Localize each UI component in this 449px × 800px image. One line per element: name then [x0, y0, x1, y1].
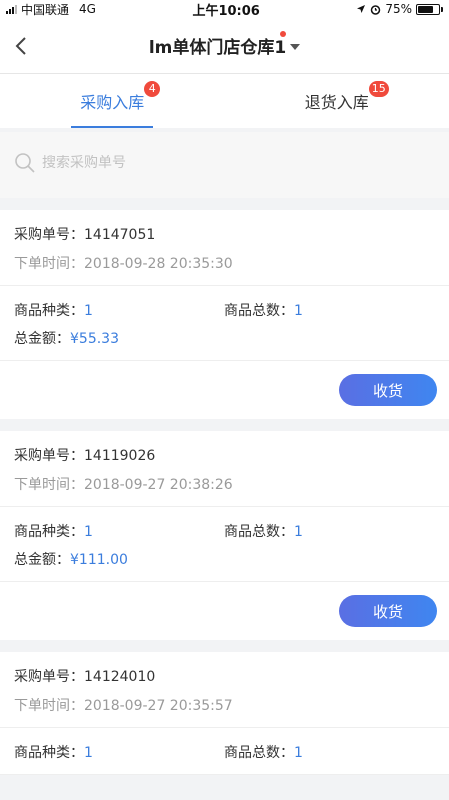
- network-type: 4G: [79, 2, 96, 16]
- carrier-name: 中国联通: [21, 2, 70, 17]
- tab-badge: 15: [368, 81, 389, 97]
- order-no: 14119026: [84, 448, 156, 464]
- order-time-label: 下单时间：: [14, 256, 84, 272]
- order-time-label: 下单时间：: [14, 698, 84, 714]
- sku-types-value: 1: [84, 303, 93, 319]
- order-summary: 商品种类：1 商品总数：1: [0, 728, 449, 775]
- status-bar: 中国联通 4G 上午10:06 75%: [0, 0, 449, 19]
- location-icon: [357, 5, 366, 13]
- search-area: [0, 132, 449, 198]
- caret-down-icon: [290, 43, 301, 50]
- receive-button[interactable]: 收货: [339, 595, 437, 627]
- sku-total-value: 1: [294, 524, 303, 540]
- order-card: 采购单号：14119026 下单时间：2018-09-27 20:38:26 商…: [0, 431, 449, 640]
- total-amount-label: 总金额：: [14, 552, 70, 568]
- tab-label: 采购入库: [80, 93, 145, 112]
- order-header: 采购单号：14147051 下单时间：2018-09-28 20:35:30: [0, 210, 449, 286]
- order-time: 2018-09-27 20:35:57: [84, 698, 233, 714]
- chevron-left-icon[interactable]: [14, 36, 28, 56]
- order-summary: 商品种类：1 商品总数：1 总金额：¥111.00: [0, 507, 449, 582]
- battery-icon: [415, 3, 443, 15]
- alarm-icon: [371, 4, 381, 15]
- total-amount-value: ¥55.33: [70, 331, 119, 347]
- total-amount-value: ¥111.00: [70, 552, 128, 568]
- status-right: 75%: [356, 2, 443, 16]
- order-header: 采购单号：14124010 下单时间：2018-09-27 20:35:57: [0, 652, 449, 728]
- order-time: 2018-09-28 20:35:30: [84, 256, 233, 272]
- order-no-label: 采购单号：: [14, 227, 84, 243]
- tab-label: 退货入库: [304, 93, 369, 112]
- store-selector[interactable]: lm单体门店仓库1: [148, 31, 301, 58]
- tab-badge: 4: [144, 81, 161, 97]
- tab-bar: 采购入库 4 退货入库 15: [0, 74, 449, 128]
- search-icon: [15, 153, 35, 173]
- order-card: 采购单号：14124010 下单时间：2018-09-27 20:35:57 商…: [0, 652, 449, 775]
- order-time-label: 下单时间：: [14, 477, 84, 493]
- sku-types-value: 1: [84, 524, 93, 540]
- order-no-label: 采购单号：: [14, 669, 84, 685]
- tab-return-inbound[interactable]: 退货入库 15: [225, 74, 449, 128]
- total-amount-label: 总金额：: [14, 331, 70, 347]
- order-no-label: 采购单号：: [14, 448, 84, 464]
- order-list: 采购单号：14147051 下单时间：2018-09-28 20:35:30 商…: [0, 210, 449, 775]
- sku-types-label: 商品种类：: [14, 303, 84, 319]
- order-no: 14124010: [84, 669, 156, 685]
- nav-bar: lm单体门店仓库1: [0, 18, 449, 74]
- order-time: 2018-09-27 20:38:26: [84, 477, 233, 493]
- order-card: 采购单号：14147051 下单时间：2018-09-28 20:35:30 商…: [0, 210, 449, 419]
- sku-total-label: 商品总数：: [224, 303, 294, 319]
- sku-total-value: 1: [294, 745, 303, 761]
- search-input[interactable]: [42, 155, 342, 171]
- order-actions: 收货: [0, 361, 449, 419]
- sku-total-label: 商品总数：: [224, 524, 294, 540]
- sku-types-label: 商品种类：: [14, 745, 84, 761]
- search-box[interactable]: [14, 148, 435, 178]
- status-left: 中国联通 4G: [6, 1, 96, 18]
- signal-icon: [6, 4, 17, 14]
- order-actions: 收货: [0, 582, 449, 640]
- receive-button[interactable]: 收货: [339, 374, 437, 406]
- order-summary: 商品种类：1 商品总数：1 总金额：¥55.33: [0, 286, 449, 361]
- order-header: 采购单号：14119026 下单时间：2018-09-27 20:38:26: [0, 431, 449, 507]
- sku-total-label: 商品总数：: [224, 745, 294, 761]
- page-title: lm单体门店仓库1: [148, 38, 287, 58]
- tab-purchase-inbound[interactable]: 采购入库 4: [0, 74, 225, 128]
- battery-percent: 75%: [385, 2, 412, 16]
- sku-types-label: 商品种类：: [14, 524, 84, 540]
- order-no: 14147051: [84, 227, 156, 243]
- active-tab-indicator: [71, 126, 154, 128]
- sku-types-value: 1: [84, 745, 93, 761]
- clock: 上午10:06: [192, 3, 260, 19]
- sku-total-value: 1: [294, 303, 303, 319]
